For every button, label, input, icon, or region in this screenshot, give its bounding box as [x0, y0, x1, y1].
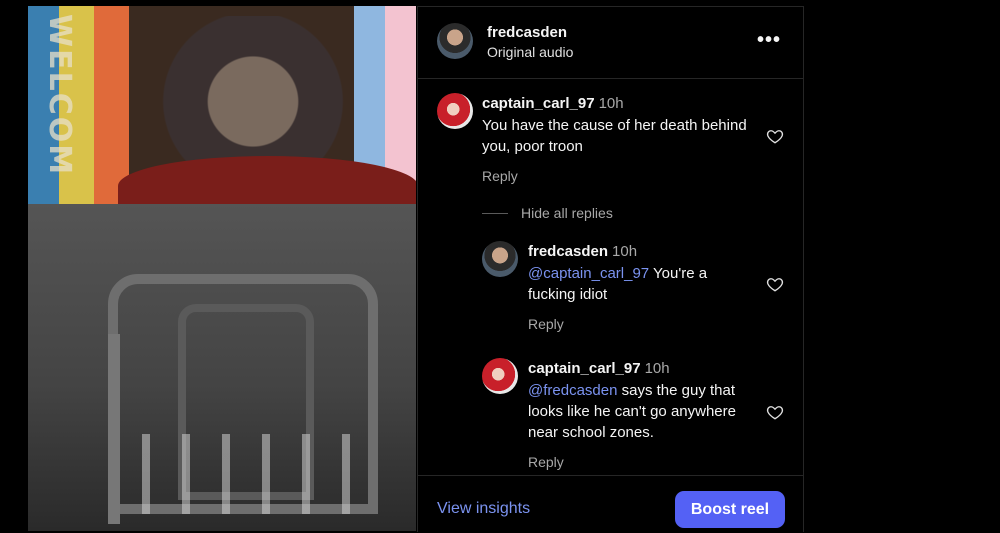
- banner-text: WELCOM: [42, 14, 77, 177]
- reply-text: @captain_carl_97 You're a fucking idiot: [528, 263, 753, 305]
- heart-icon[interactable]: [766, 403, 784, 421]
- hide-replies-label: Hide all replies: [521, 205, 613, 221]
- comment-username[interactable]: captain_carl_97: [482, 95, 595, 112]
- audio-label[interactable]: Original audio: [487, 44, 573, 60]
- reel-video[interactable]: WELCOM: [28, 6, 416, 531]
- reply-avatar[interactable]: [482, 358, 518, 394]
- reply-button[interactable]: Reply: [528, 316, 753, 332]
- reply-time: 10h: [612, 243, 638, 260]
- reply-username[interactable]: fredcasden: [528, 243, 608, 260]
- reply-username[interactable]: captain_carl_97: [528, 360, 641, 377]
- mention-link[interactable]: @captain_carl_97: [528, 265, 649, 282]
- more-options-icon[interactable]: •••: [757, 29, 781, 52]
- reply-text: @fredcasden says the guy that looks like…: [528, 380, 758, 443]
- game-pipe: [108, 334, 120, 524]
- mention-link[interactable]: @fredcasden: [528, 382, 617, 399]
- reply-comment: captain_carl_97 10h @fredcasden says the …: [528, 360, 758, 470]
- view-insights-link[interactable]: View insights: [437, 500, 530, 518]
- comment: captain_carl_97 10h You have the cause of…: [482, 95, 752, 184]
- comment-time: 10h: [598, 95, 624, 112]
- comments-panel: fredcasden Original audio ••• captain_ca…: [417, 6, 804, 532]
- boost-reel-button[interactable]: Boost reel: [675, 491, 785, 528]
- post-footer: View insights Boost reel: [418, 475, 803, 533]
- hide-replies-toggle[interactable]: Hide all replies: [482, 205, 613, 221]
- reply-comment: fredcasden 10h @captain_carl_97 You're a …: [528, 243, 753, 332]
- comment-text: You have the cause of her death behind y…: [482, 117, 747, 155]
- reply-avatar[interactable]: [482, 241, 518, 277]
- reply-time: 10h: [644, 360, 670, 377]
- reply-button[interactable]: Reply: [528, 454, 758, 470]
- avatar[interactable]: [437, 23, 473, 59]
- webcam-overlay: WELCOM: [28, 6, 416, 204]
- game-characters: [128, 434, 358, 514]
- heart-icon[interactable]: [766, 127, 784, 145]
- post-username[interactable]: fredcasden: [487, 24, 567, 41]
- heart-icon[interactable]: [766, 275, 784, 293]
- divider-line: [482, 212, 508, 214]
- post-header: fredcasden Original audio •••: [418, 7, 803, 79]
- comment-avatar[interactable]: [437, 93, 473, 129]
- reply-button[interactable]: Reply: [482, 168, 752, 184]
- gameplay-footage: [28, 204, 416, 531]
